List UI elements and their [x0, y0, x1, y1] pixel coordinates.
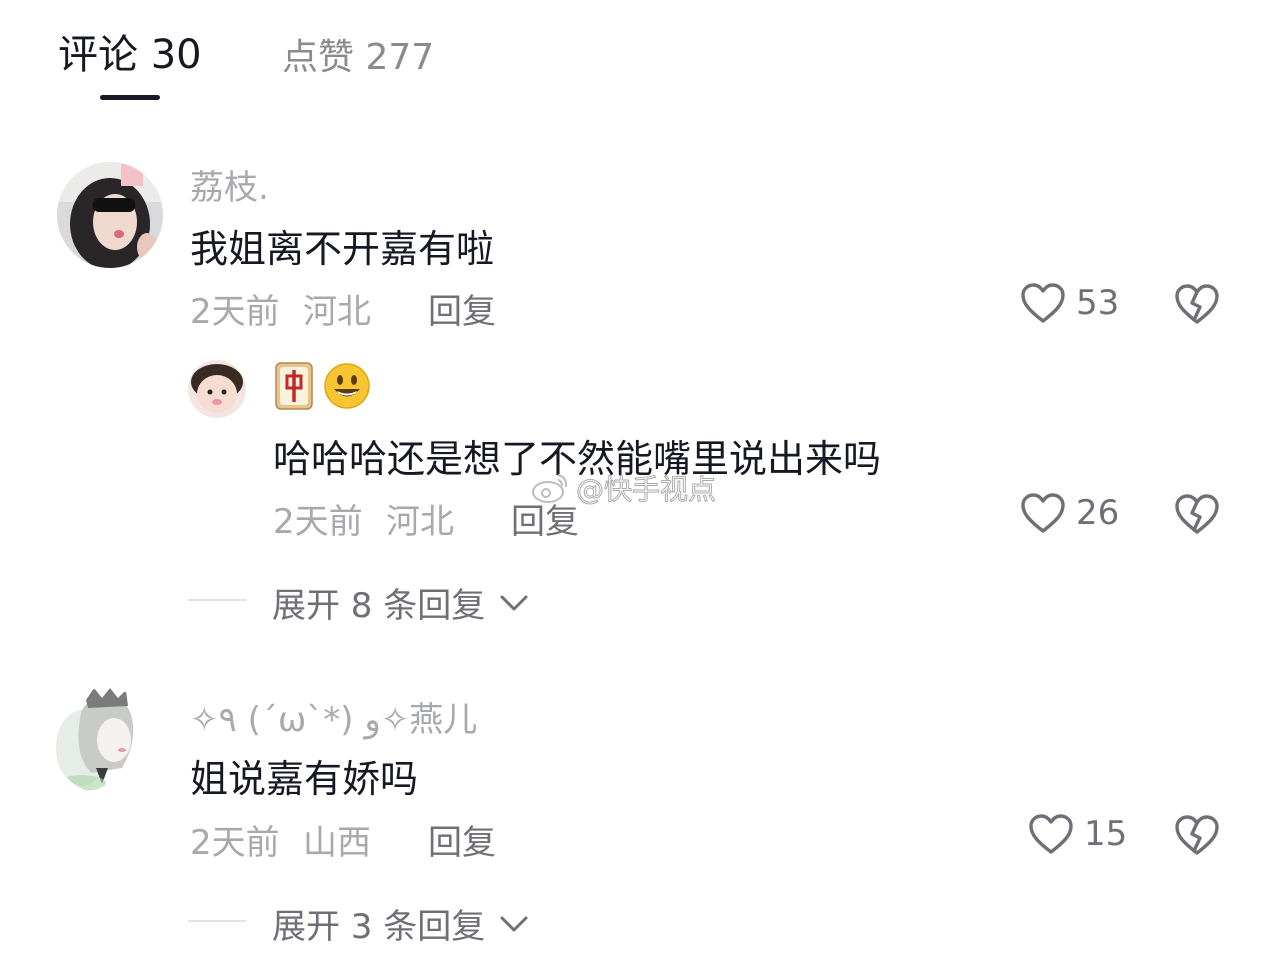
reply-time: 2天前	[273, 502, 363, 542]
tab-comments[interactable]: 评论 30	[58, 22, 202, 80]
comment-location: 山西	[303, 823, 371, 863]
like-count: 15	[1084, 814, 1128, 854]
mahjong-red-dragon-icon	[275, 362, 313, 410]
reply-location: 河北	[386, 502, 454, 542]
comment-text: 我姐离不开嘉有啦	[190, 227, 495, 271]
expand-replies-button[interactable]: 展开 8 条回复	[272, 578, 529, 627]
heart-icon	[1021, 283, 1065, 323]
broken-heart-icon	[1175, 815, 1219, 855]
tab-likes[interactable]: 点赞 277	[282, 28, 434, 80]
watermark-text: @快手视点	[575, 473, 717, 507]
chevron-down-icon	[500, 916, 528, 931]
heart-icon	[1029, 814, 1073, 854]
like-button[interactable]: 15	[1028, 813, 1127, 855]
smiley-icon	[324, 363, 370, 409]
reply-username[interactable]	[275, 362, 371, 410]
comment-text: 姐说嘉有娇吗	[190, 757, 419, 801]
comment-location: 河北	[303, 292, 371, 332]
like-count: 53	[1076, 283, 1120, 323]
watermark: @快手视点	[530, 468, 717, 508]
broken-heart-icon	[1175, 284, 1219, 324]
reply-button[interactable]: 回复	[428, 815, 496, 864]
dislike-button[interactable]	[1174, 814, 1220, 860]
comment-time: 2天前	[190, 823, 280, 863]
comment-username[interactable]: ✧٩ (ˊωˋ*) و✧燕儿	[190, 692, 477, 741]
avatar[interactable]	[52, 688, 158, 794]
tab-active-indicator	[100, 95, 160, 100]
expand-divider	[188, 920, 246, 922]
expand-divider	[188, 599, 246, 601]
comment-username[interactable]: 荔枝.	[190, 160, 269, 209]
expand-replies-label: 展开 3 条回复	[272, 907, 486, 947]
reply-dislike-button[interactable]	[1174, 493, 1220, 539]
broken-heart-icon	[1175, 494, 1219, 534]
heart-icon	[1021, 493, 1065, 533]
weibo-icon	[532, 474, 568, 503]
like-button[interactable]: 53	[1020, 282, 1119, 324]
expand-replies-label: 展开 8 条回复	[272, 586, 486, 626]
avatar[interactable]	[57, 162, 163, 268]
reply-like-button[interactable]: 26	[1020, 492, 1119, 534]
reply-avatar[interactable]	[188, 360, 246, 418]
comment-time: 2天前	[190, 292, 280, 332]
expand-replies-button[interactable]: 展开 3 条回复	[272, 899, 529, 948]
like-count: 26	[1076, 493, 1120, 533]
chevron-down-icon	[500, 595, 528, 610]
reply-button[interactable]: 回复	[428, 284, 496, 333]
dislike-button[interactable]	[1174, 283, 1220, 329]
